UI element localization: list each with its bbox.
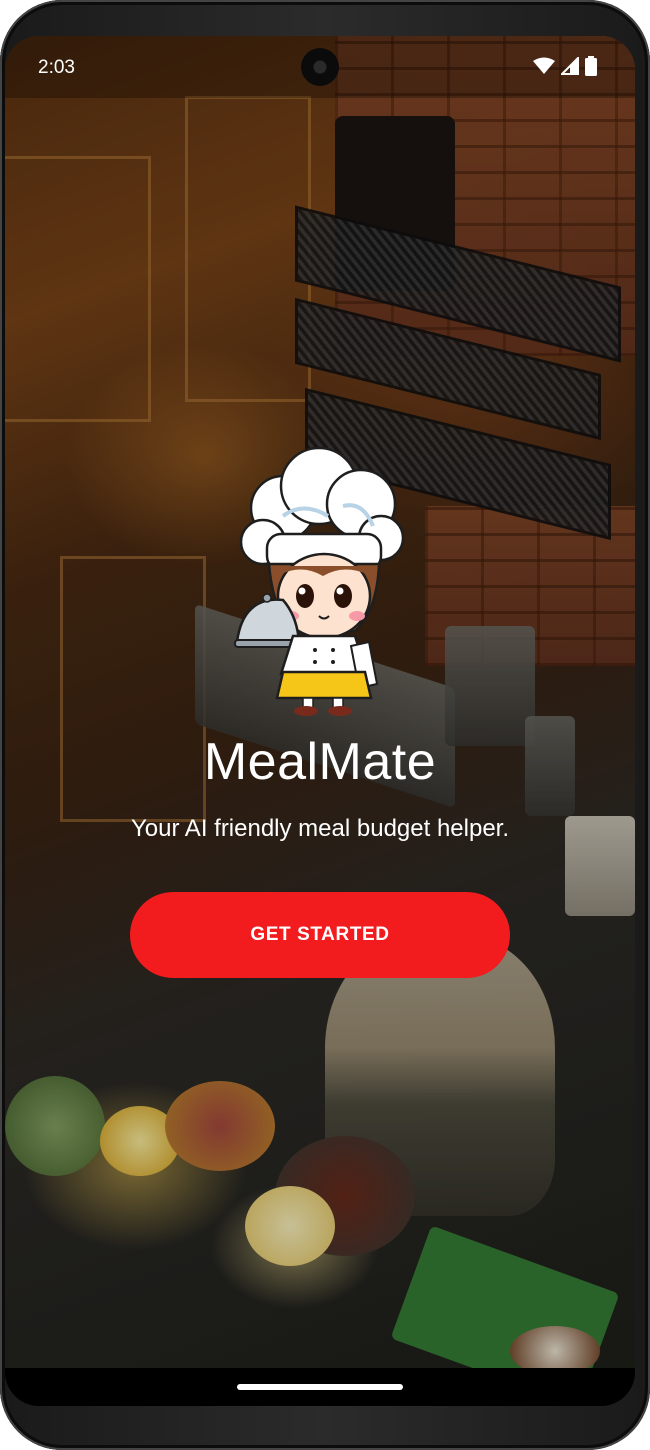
status-bar: 2:03 [5, 36, 635, 98]
phone-frame: 2:03 MealMate Your AI friendly meal budg… [0, 0, 650, 1450]
get-started-button[interactable]: GET STARTED [130, 892, 510, 978]
home-indicator[interactable] [237, 1384, 403, 1390]
app-tagline: Your AI friendly meal budget helper. [130, 815, 510, 842]
wifi-icon [533, 57, 555, 80]
front-camera [301, 48, 339, 86]
battery-icon [585, 56, 597, 81]
navigation-bar [5, 1368, 635, 1406]
background-dim-overlay [5, 36, 635, 1406]
app-screen: 2:03 MealMate Your AI friendly meal budg… [5, 36, 635, 1406]
cellular-signal-icon [559, 55, 579, 80]
chef-mascot-illustration [233, 446, 413, 716]
status-time: 2:03 [38, 57, 75, 78]
app-title: MealMate [203, 733, 437, 791]
status-icons [533, 55, 597, 81]
